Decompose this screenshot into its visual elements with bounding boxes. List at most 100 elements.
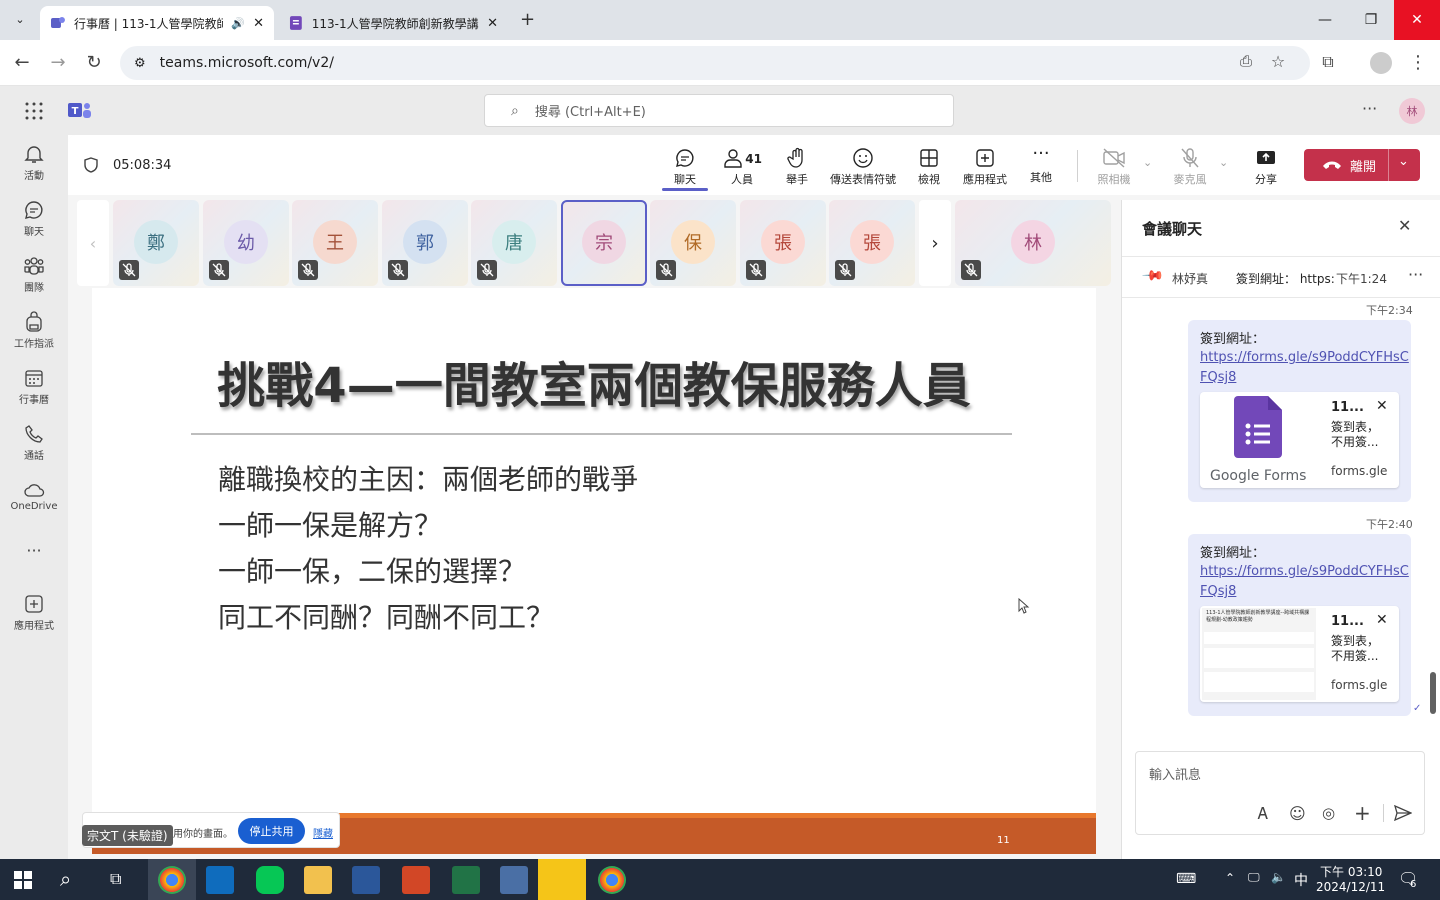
tab-audio-icon[interactable]: 🔊 [231, 17, 245, 30]
taskbar-file-explorer-icon[interactable] [304, 866, 332, 894]
participant-tile-self[interactable]: 林 [955, 200, 1111, 286]
participant-tile[interactable]: 郭 [382, 200, 468, 286]
participant-tile[interactable]: 張 [740, 200, 826, 286]
tab-list-chevron-icon[interactable]: ⌄ [10, 10, 30, 30]
toolbar-people-button[interactable]: 41 人員 [722, 147, 762, 187]
participant-tile[interactable]: 張 [829, 200, 915, 286]
browser-tab-form[interactable]: 113-1人管學院教師創新教學講 ✕ [278, 6, 508, 40]
extensions-icon[interactable]: ⧉ [1316, 52, 1340, 72]
taskbar-word-icon[interactable] [352, 866, 380, 894]
toolbar-apps-button[interactable]: 應用程式 [962, 147, 1008, 187]
new-tab-icon[interactable]: + [520, 9, 535, 30]
user-avatar[interactable]: 林 [1399, 98, 1425, 124]
clock-date[interactable]: 2024/12/11 [1316, 880, 1385, 894]
taskbar-search-icon[interactable]: ⌕ [60, 867, 71, 891]
browser-tab-calendar[interactable]: 行事曆 | 113-1人管學院教師 🔊 ✕ [40, 6, 274, 40]
attach-plus-icon[interactable]: + [1354, 801, 1371, 825]
browser-menu-icon[interactable]: ⋮ [1406, 52, 1430, 73]
search-input[interactable]: ⌕ 搜尋 (Ctrl+Alt+E) [484, 94, 954, 127]
taskbar-excel-icon[interactable] [452, 866, 480, 894]
chat-message[interactable]: 簽到網址： https://forms.gle/s9PoddCYFHsCFQsj… [1188, 320, 1411, 502]
participants-next-button[interactable]: › [919, 200, 951, 286]
taskbar-sticky-notes-tile[interactable] [538, 859, 586, 900]
participant-tile[interactable]: 鄭 [113, 200, 199, 286]
app-launcher-icon[interactable] [24, 101, 44, 121]
participants-prev-button[interactable]: ‹ [77, 200, 109, 286]
clock-time[interactable]: 下午 03:10 [1320, 863, 1382, 880]
bookmark-star-icon[interactable]: ☆ [1266, 52, 1290, 71]
tray-expand-icon[interactable]: ⌃ [1225, 871, 1235, 885]
toolbar-react-button[interactable]: 傳送表情符號 [828, 147, 898, 187]
toolbar-chat-button[interactable]: 聊天 [672, 147, 698, 187]
preview-close-icon[interactable]: ✕ [1376, 398, 1388, 414]
taskbar-chrome-icon[interactable] [158, 866, 186, 894]
loop-component-icon[interactable]: ◎ [1322, 804, 1335, 822]
link-preview-card[interactable]: 113-1人管學院教師創新教學講座--跨域共構課程規劃-幼教政策趨勢 11...… [1200, 606, 1399, 702]
message-compose-box[interactable]: 輸入訊息 Ꭺ ☺ ◎ + [1135, 751, 1425, 835]
rail-item-chat[interactable]: 聊天 [0, 199, 68, 238]
toolbar-raise-hand-button[interactable]: 舉手 [784, 147, 810, 187]
tab-close-icon[interactable]: ✕ [253, 16, 264, 31]
taskbar-line-icon[interactable] [256, 866, 284, 894]
leave-options-chevron-icon[interactable]: ⌄ [1398, 154, 1409, 169]
taskbar-calculator-icon[interactable] [500, 866, 528, 894]
toolbar-camera-button[interactable]: 照相機 [1096, 147, 1132, 187]
taskbar-powerpoint-icon[interactable] [402, 866, 430, 894]
network-icon[interactable]: 🖵 [1248, 870, 1260, 885]
form-link[interactable]: https://forms.gle/s9PoddCYFHsCFQsj8 [1200, 348, 1412, 388]
site-info-icon[interactable]: ⚙ [134, 56, 146, 71]
emoji-icon[interactable]: ☺ [1289, 804, 1306, 823]
rail-item-onedrive[interactable]: OneDrive [0, 481, 68, 512]
taskbar-outlook-icon[interactable] [206, 866, 234, 894]
url-field[interactable]: ⚙ teams.microsoft.com/v2/ [120, 46, 1310, 80]
participant-tile-active-speaker[interactable]: 宗 [561, 200, 647, 286]
form-link[interactable]: https://forms.gle/s9PoddCYFHsCFQsj8 [1200, 562, 1412, 602]
participant-tile[interactable]: 唐 [471, 200, 557, 286]
toolbar-share-button[interactable]: 分享 [1252, 147, 1280, 187]
windows-start-icon[interactable] [14, 871, 32, 889]
hide-sharing-bar-link[interactable]: 隱藏 [313, 825, 333, 840]
rail-item-apps[interactable]: 應用程式 [0, 593, 68, 632]
volume-icon[interactable]: 🔈 [1271, 870, 1286, 884]
pinned-more-icon[interactable]: ··· [1408, 265, 1423, 284]
settings-more-icon[interactable]: ··· [1362, 99, 1377, 118]
forward-icon[interactable]: → [46, 52, 70, 73]
close-window-icon[interactable]: ✕ [1394, 0, 1440, 40]
install-app-icon[interactable]: ⎙ [1234, 52, 1258, 70]
close-chat-icon[interactable]: ✕ [1398, 216, 1411, 235]
toolbar-mic-button[interactable]: 麥克風 [1172, 147, 1208, 187]
rail-item-calls[interactable]: 通話 [0, 423, 68, 462]
rail-item-calendar[interactable]: 行事曆 [0, 367, 68, 406]
ime-indicator[interactable]: 中 [1294, 870, 1308, 890]
format-text-icon[interactable]: Ꭺ [1258, 804, 1269, 824]
back-icon[interactable]: ← [10, 52, 34, 73]
pinned-message[interactable]: 📌 林妤真 簽到網址： https:... 下午1:24 ··· [1122, 256, 1440, 298]
send-icon[interactable] [1394, 805, 1412, 821]
rail-more-icon[interactable]: ··· [0, 541, 68, 560]
rail-item-teams[interactable]: 團隊 [0, 255, 68, 294]
stop-sharing-button[interactable]: 停止共用 [238, 818, 305, 844]
participant-tile[interactable]: 王 [292, 200, 378, 286]
participant-tile[interactable]: 幼 [203, 200, 289, 286]
taskbar-chrome-icon[interactable] [598, 866, 626, 894]
toolbar-view-button[interactable]: 檢視 [916, 147, 942, 187]
participant-tile[interactable]: 保 [650, 200, 736, 286]
restore-icon[interactable]: ❐ [1348, 0, 1394, 40]
rail-item-assignments[interactable]: 工作指派 [0, 311, 68, 350]
chat-scrollbar-thumb[interactable] [1430, 672, 1436, 714]
toolbar-more-button[interactable]: ··· 其他 [1028, 145, 1054, 185]
rail-item-activity[interactable]: 活動 [0, 143, 68, 182]
mic-options-chevron-icon[interactable]: ⌄ [1219, 156, 1228, 169]
keyboard-layout-icon[interactable]: ⌨ [1176, 871, 1196, 887]
chat-message[interactable]: 簽到網址： https://forms.gle/s9PoddCYFHsCFQsj… [1188, 534, 1411, 716]
leave-button[interactable]: 離開 ⌄ [1304, 149, 1420, 181]
profile-avatar-icon[interactable] [1370, 52, 1392, 74]
preview-close-icon[interactable]: ✕ [1376, 612, 1388, 628]
task-view-icon[interactable]: ⧉ [110, 869, 121, 889]
tab-close-icon[interactable]: ✕ [487, 16, 498, 31]
reload-icon[interactable]: ↻ [82, 52, 106, 73]
camera-options-chevron-icon[interactable]: ⌄ [1143, 156, 1152, 169]
minimize-icon[interactable]: — [1302, 0, 1348, 40]
participant-avatar: 唐 [492, 220, 536, 264]
link-preview-card[interactable]: Google Forms 11... ✕ 簽到表，不用簽... forms.gl… [1200, 392, 1399, 488]
